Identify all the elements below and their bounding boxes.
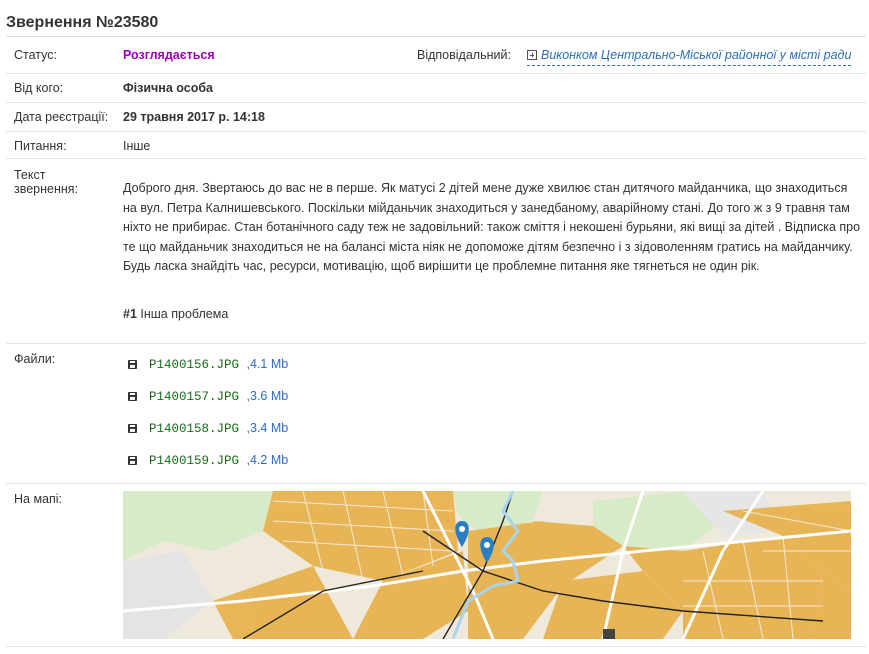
problem-number: #1 <box>123 307 137 321</box>
file-name: P1400156.JPG <box>149 358 240 372</box>
from-row: Від кого: Фізична особа <box>6 74 866 103</box>
problem-label: Інша проблема <box>140 307 229 321</box>
status-label: Статус: <box>14 48 57 62</box>
map-view[interactable] <box>123 491 851 639</box>
files-label: Файли: <box>14 352 56 366</box>
from-value: Фізична особа <box>123 81 214 95</box>
file-size: ,4.1 Mb <box>246 357 289 371</box>
floppy-icon <box>128 424 137 433</box>
topic-label: Питання: <box>14 139 67 153</box>
page-title: Звернення №23580 <box>6 14 159 31</box>
file-name: P1400158.JPG <box>149 422 240 436</box>
topic-row: Питання: Інше <box>6 132 866 159</box>
expand-icon <box>527 50 537 60</box>
file-link[interactable]: P1400157.JPG ,3.6 Mb <box>128 389 288 404</box>
reg-date-label: Дата реєстрації: <box>14 110 109 124</box>
floppy-icon <box>128 360 137 369</box>
from-label: Від кого: <box>14 81 64 95</box>
responsible-value: Виконком Центрально-Міської районної у м… <box>541 48 852 62</box>
map-canvas[interactable] <box>123 491 851 639</box>
map-label: На мапі: <box>14 492 63 506</box>
reg-date-row: Дата реєстрації: 29 травня 2017 р. 14:18 <box>6 103 866 132</box>
text-label-line2: звернення: <box>14 182 79 196</box>
status-badge: Розглядається <box>123 48 215 62</box>
file-link[interactable]: P1400158.JPG ,3.4 Mb <box>128 421 288 436</box>
floppy-icon <box>128 456 137 465</box>
responsible-link[interactable]: Виконком Центрально-Міської районної у м… <box>527 47 852 66</box>
file-link[interactable]: P1400159.JPG ,4.2 Mb <box>128 453 288 468</box>
file-link[interactable]: P1400156.JPG ,4.1 Mb <box>128 357 288 372</box>
topic-value: Інше <box>123 139 151 153</box>
reg-date-value: 29 травня 2017 р. 14:18 <box>123 110 265 124</box>
files-row: Файли: P1400156.JPG ,4.1 Mb P1400157.JPG… <box>6 344 866 484</box>
file-name: P1400157.JPG <box>149 390 240 404</box>
map-row: На мапі: <box>6 491 866 647</box>
floppy-icon <box>128 392 137 401</box>
appeal-text: Доброго дня. Звертаюсь до вас не в перше… <box>123 181 861 273</box>
text-row: Текст звернення: Доброго дня. Звертаюсь … <box>6 159 866 344</box>
status-row: Статус: Розглядається Відповідальний: Ви… <box>6 37 866 74</box>
responsible-label: Відповідальний: <box>417 48 511 62</box>
file-size: ,3.6 Mb <box>246 389 289 403</box>
file-size: ,4.2 Mb <box>246 453 289 467</box>
file-name: P1400159.JPG <box>149 454 240 468</box>
file-size: ,3.4 Mb <box>246 421 289 435</box>
problem-item: #1 Інша проблема <box>123 307 228 321</box>
